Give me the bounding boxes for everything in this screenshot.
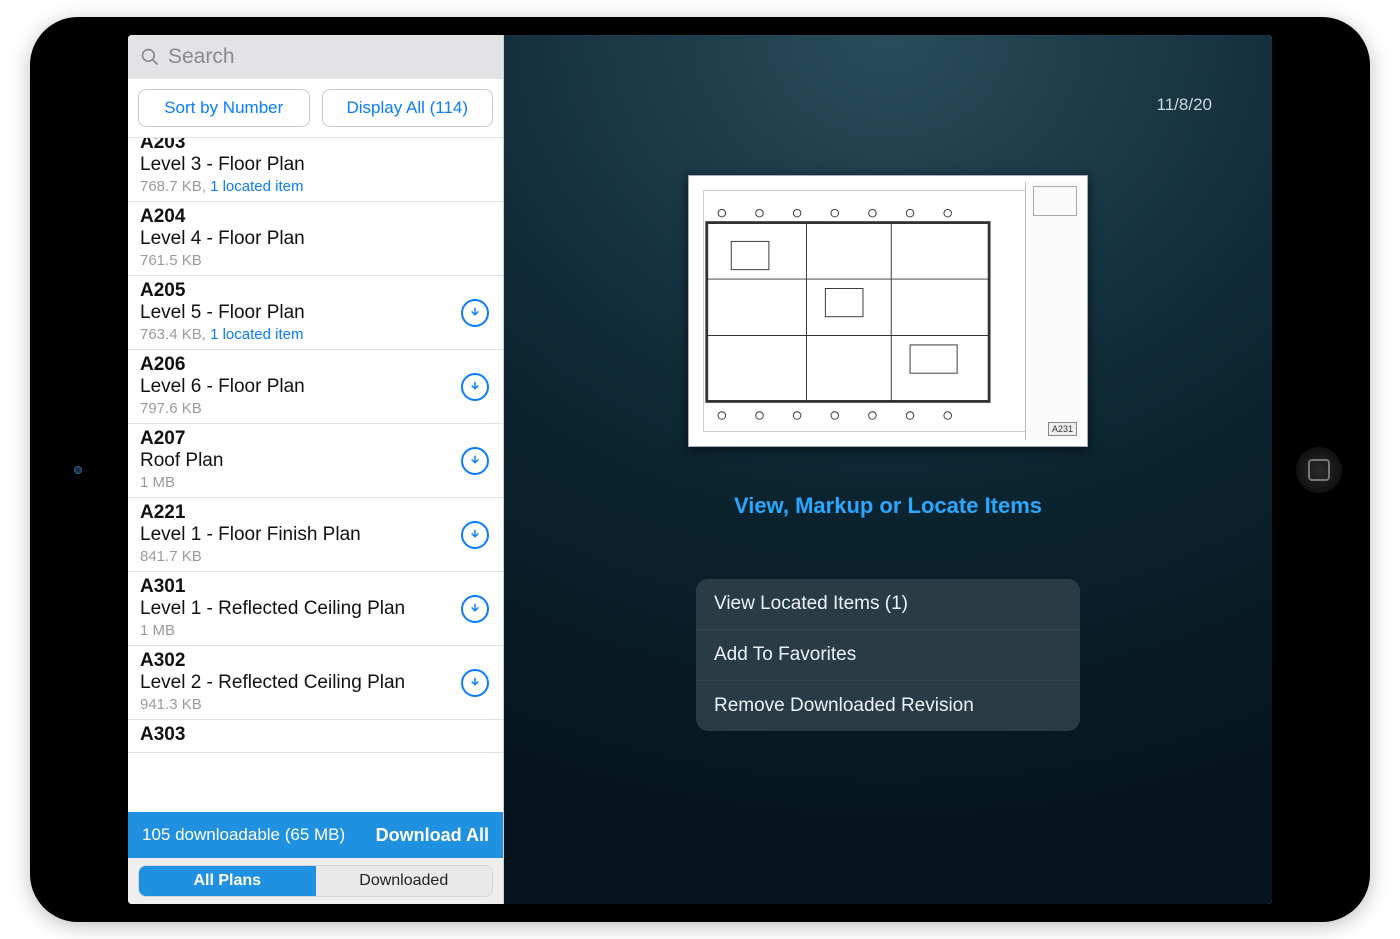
plans-list[interactable]: A203Level 3 - Floor Plan 768.7 KB, 1 loca…: [128, 138, 503, 812]
plan-row[interactable]: A204Level 4 - Floor Plan 761.5 KB: [128, 202, 503, 276]
download-icon[interactable]: [461, 669, 489, 697]
display-all-button[interactable]: Display All (114): [322, 89, 494, 127]
download-icon[interactable]: [461, 447, 489, 475]
revision-date: 11/8/20: [1157, 95, 1212, 115]
plan-meta: 1 MB: [140, 474, 491, 491]
home-button[interactable]: [1296, 447, 1342, 493]
plan-number: A206: [140, 354, 491, 376]
plan-number: A207: [140, 428, 491, 450]
download-all-button[interactable]: Download All: [376, 825, 489, 846]
plan-actions-menu: View Located Items (1) Add To Favorites …: [696, 579, 1080, 731]
download-icon[interactable]: [461, 521, 489, 549]
search-icon: [140, 47, 160, 67]
title-block: A231: [1025, 182, 1081, 440]
plan-number: A221: [140, 502, 491, 524]
plan-title: Level 3 - Floor Plan: [140, 154, 491, 176]
plan-title: Level 5 - Floor Plan: [140, 302, 491, 324]
plan-title: Roof Plan: [140, 450, 491, 472]
plan-row[interactable]: A221Level 1 - Floor Finish Plan 841.7 KB: [128, 498, 503, 572]
plan-row[interactable]: A301Level 1 - Reflected Ceiling Plan 1 MB: [128, 572, 503, 646]
plan-row[interactable]: A303: [128, 720, 503, 753]
plan-row[interactable]: A203Level 3 - Floor Plan 768.7 KB, 1 loca…: [128, 138, 503, 202]
plan-meta: 768.7 KB, 1 located item: [140, 178, 491, 195]
plans-segmented-control: All Plans Downloaded: [138, 865, 493, 897]
download-icon[interactable]: [461, 595, 489, 623]
app-screen: Search Sort by Number Display All (114) …: [128, 35, 1272, 904]
plan-number: A204: [140, 206, 491, 228]
download-icon[interactable]: [461, 299, 489, 327]
tab-all-plans[interactable]: All Plans: [139, 866, 316, 896]
tab-downloaded[interactable]: Downloaded: [316, 866, 493, 896]
plan-number: A203: [140, 138, 491, 154]
plan-meta: 941.3 KB: [140, 696, 491, 713]
plan-row[interactable]: A302Level 2 - Reflected Ceiling Plan 941.…: [128, 646, 503, 720]
plan-detail-pane: 11/8/20 A231: [504, 35, 1272, 904]
located-items-link[interactable]: 1 located item: [210, 326, 303, 343]
plan-title: Level 4 - Floor Plan: [140, 228, 491, 250]
plans-sidebar: Search Sort by Number Display All (114) …: [128, 35, 504, 904]
search-input-container[interactable]: Search: [128, 35, 503, 79]
sheet-number-tag: A231: [1048, 422, 1077, 436]
plan-meta: 841.7 KB: [140, 548, 491, 565]
action-remove-downloaded-revision[interactable]: Remove Downloaded Revision: [696, 681, 1080, 731]
plan-meta: 1 MB: [140, 622, 491, 639]
plan-meta: 763.4 KB, 1 located item: [140, 326, 491, 343]
tablet-frame: Search Sort by Number Display All (114) …: [30, 17, 1370, 922]
floorplan-graphic: [703, 190, 1023, 434]
plan-title: Level 6 - Floor Plan: [140, 376, 491, 398]
plan-number: A302: [140, 650, 491, 672]
plan-title: Level 1 - Reflected Ceiling Plan: [140, 598, 491, 620]
front-camera-dot: [74, 466, 82, 474]
filter-row: Sort by Number Display All (114): [128, 79, 503, 138]
plan-row[interactable]: A207Roof Plan 1 MB: [128, 424, 503, 498]
located-items-link[interactable]: 1 located item: [210, 178, 303, 195]
plan-number: A205: [140, 280, 491, 302]
plan-meta: 761.5 KB: [140, 252, 491, 269]
plan-thumbnail[interactable]: A231: [688, 175, 1088, 447]
view-markup-locate-link[interactable]: View, Markup or Locate Items: [734, 493, 1042, 519]
plan-meta: 797.6 KB: [140, 400, 491, 417]
action-add-to-favorites[interactable]: Add To Favorites: [696, 630, 1080, 681]
plan-title: Level 1 - Floor Finish Plan: [140, 524, 491, 546]
bottom-tabbar: All Plans Downloaded: [128, 858, 503, 904]
sort-by-number-button[interactable]: Sort by Number: [138, 89, 310, 127]
download-icon[interactable]: [461, 373, 489, 401]
plan-number: A303: [140, 724, 491, 746]
plan-row[interactable]: A205Level 5 - Floor Plan 763.4 KB, 1 loca…: [128, 276, 503, 350]
downloadable-summary: 105 downloadable (65 MB): [142, 825, 345, 845]
plan-number: A301: [140, 576, 491, 598]
action-view-located-items[interactable]: View Located Items (1): [696, 579, 1080, 630]
search-placeholder: Search: [168, 45, 235, 69]
download-summary-bar: 105 downloadable (65 MB) Download All: [128, 812, 503, 858]
plan-title: Level 2 - Reflected Ceiling Plan: [140, 672, 491, 694]
plan-row[interactable]: A206Level 6 - Floor Plan 797.6 KB: [128, 350, 503, 424]
